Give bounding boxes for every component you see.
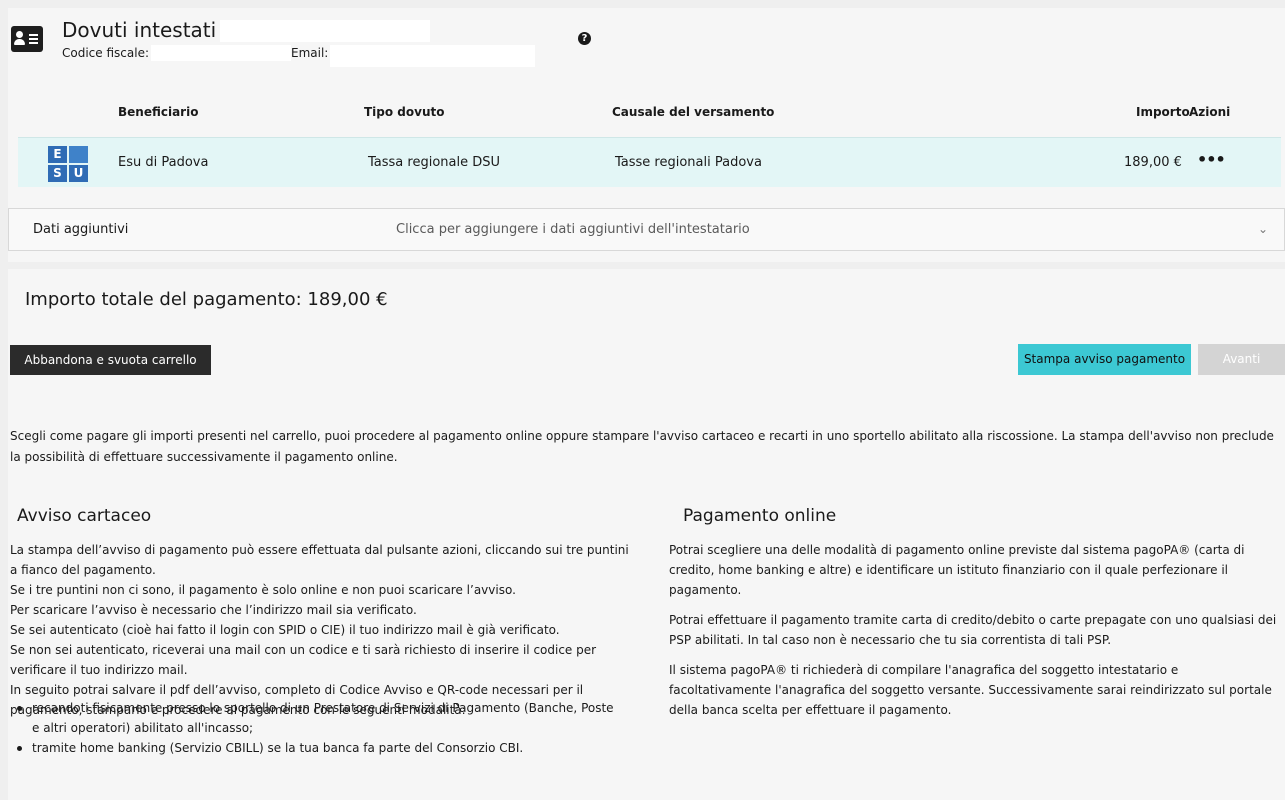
chevron-down-icon[interactable]: ⌄ bbox=[1258, 222, 1268, 236]
dati-aggiuntivi-accordion[interactable]: Dati aggiuntivi Clicca per aggiungere i … bbox=[8, 208, 1285, 251]
col-azioni: Azioni bbox=[1189, 105, 1231, 119]
stampa-avviso-button[interactable]: Stampa avviso pagamento bbox=[1018, 344, 1191, 375]
esu-logo: E S U bbox=[48, 146, 90, 182]
abbandona-button[interactable]: Abbandona e svuota carrello bbox=[10, 345, 211, 375]
list-item: tramite home banking (Servizio CBILL) se… bbox=[17, 738, 632, 758]
help-icon[interactable]: ? bbox=[578, 32, 591, 45]
avanti-button[interactable]: Avanti bbox=[1198, 344, 1285, 375]
intro-text: Scegli come pagare gli importi presenti … bbox=[10, 429, 1274, 464]
cell-importo: 189,00 € bbox=[1124, 155, 1182, 170]
redacted-name bbox=[220, 20, 430, 42]
actions-menu-icon[interactable]: ••• bbox=[1197, 150, 1226, 169]
col-causale: Causale del versamento bbox=[612, 105, 775, 119]
cell-tipo-dovuto: Tassa regionale DSU bbox=[368, 155, 500, 170]
list-item: e altri operatori) abilitato all'incasso… bbox=[32, 721, 254, 735]
avviso-bullets: recandoti fisicamente presso lo sportell… bbox=[17, 698, 632, 758]
total-amount: Importo totale del pagamento: 189,00 € bbox=[25, 289, 388, 310]
col-importo: Importo bbox=[1136, 105, 1190, 119]
payment-panel: Importo totale del pagamento: 189,00 € A… bbox=[8, 269, 1285, 800]
dati-aggiuntivi-label: Dati aggiuntivi bbox=[33, 222, 129, 237]
email-label: Email: bbox=[291, 46, 329, 60]
dati-aggiuntivi-hint: Clicca per aggiungere i dati aggiuntivi … bbox=[396, 222, 750, 237]
id-card-icon bbox=[11, 26, 43, 52]
page-title: Dovuti intestati a: bbox=[62, 18, 242, 42]
redacted-email bbox=[330, 45, 535, 67]
debt-card: Dovuti intestati a: Codice fiscale: D Em… bbox=[8, 8, 1285, 262]
table-row: E S U Esu di Padova Tassa regionale DSU … bbox=[18, 137, 1281, 187]
redacted-fiscal-code bbox=[151, 45, 291, 61]
avviso-heading: Avviso cartaceo bbox=[17, 506, 152, 526]
online-heading: Pagamento online bbox=[683, 506, 837, 526]
cell-causale: Tasse regionali Padova bbox=[615, 155, 762, 170]
online-text: Potrai scegliere una delle modalità di p… bbox=[669, 543, 1277, 717]
fiscal-code-label: Codice fiscale: D bbox=[62, 46, 163, 60]
col-tipo-dovuto: Tipo dovuto bbox=[364, 105, 445, 119]
cell-beneficiario: Esu di Padova bbox=[118, 155, 209, 170]
list-item: recandoti fisicamente presso lo sportell… bbox=[17, 698, 632, 718]
avviso-text: La stampa dell’avviso di pagamento può e… bbox=[10, 543, 629, 717]
col-beneficiario: Beneficiario bbox=[118, 105, 199, 119]
